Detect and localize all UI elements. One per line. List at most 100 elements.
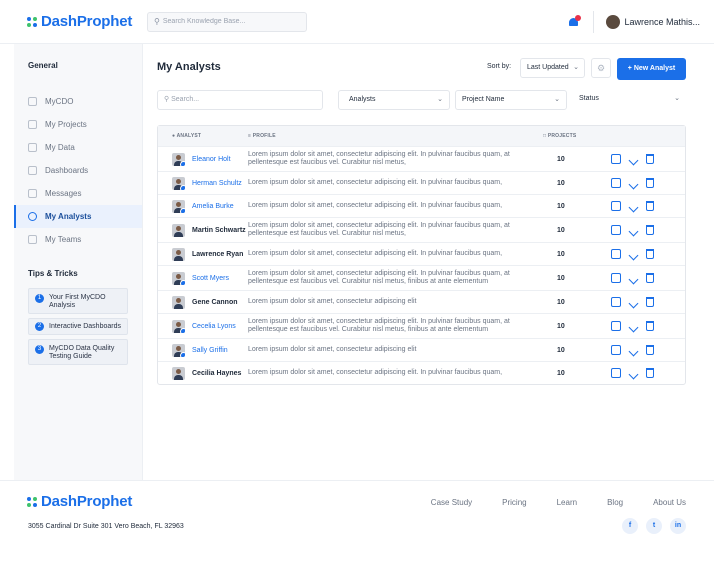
row-actions [611,249,663,260]
edit-icon[interactable] [628,250,639,260]
footer-link-blog[interactable]: Blog [607,498,623,507]
status-filter[interactable]: Status ⌄ [573,90,686,110]
table-row[interactable]: Lawrence Ryan Lorem ipsum dolor sit amet,… [158,242,685,265]
table-row[interactable]: Cecilia Haynes Lorem ipsum dolor sit amet… [158,361,685,384]
trash-icon[interactable] [646,368,654,378]
knowledge-search-input[interactable] [162,18,293,25]
brand-logo[interactable]: DashProphet [27,13,147,30]
facebook-icon[interactable]: f [622,518,638,534]
trash-icon[interactable] [646,178,654,188]
edit-icon[interactable] [628,226,639,236]
message-icon[interactable] [611,225,621,235]
table-row[interactable]: Sally Griffin Lorem ipsum dolor sit amet,… [158,338,685,361]
trash-icon[interactable] [646,154,654,164]
message-icon[interactable] [611,297,621,307]
column-header-analyst[interactable]: ● ANALYST [158,133,248,139]
sidebar-item-mycdo[interactable]: MyCDO [14,90,142,113]
trash-icon[interactable] [646,297,654,307]
user-name[interactable]: Lawrence Mathis... [624,17,700,27]
table-row[interactable]: Martin Schwartz Lorem ipsum dolor sit ame… [158,217,685,242]
avatar[interactable] [172,366,185,380]
analysts-filter[interactable]: Analysts ⌄ [338,90,450,110]
table-row[interactable]: Eleanor Holt Lorem ipsum dolor sit amet, … [158,146,685,171]
notification-bell-icon[interactable] [567,14,582,29]
footer-link-about-us[interactable]: About Us [653,498,686,507]
message-icon[interactable] [611,368,621,378]
project-filter[interactable]: Project Name ⌄ [455,90,567,110]
analysts-icon [28,212,37,221]
footer-link-pricing[interactable]: Pricing [502,498,526,507]
message-icon[interactable] [611,178,621,188]
table-row[interactable]: Amelia Burke Lorem ipsum dolor sit amet, … [158,194,685,217]
analyst-cell: Sally Griffin [158,343,248,357]
column-header-projects[interactable]: □ PROJECTS [543,133,603,139]
edit-icon[interactable] [628,346,639,356]
trash-icon[interactable] [646,249,654,259]
edit-icon[interactable] [628,155,639,165]
new-analyst-button[interactable]: + New Analyst [617,58,686,80]
avatar[interactable] [172,176,185,190]
sidebar-item-my-projects[interactable]: My Projects [14,113,142,136]
footer-link-case-study[interactable]: Case Study [431,498,472,507]
analyst-name[interactable]: Sally Griffin [192,347,228,354]
edit-icon[interactable] [628,179,639,189]
table-row[interactable]: Cecelia Lyons Lorem ipsum dolor sit amet,… [158,313,685,338]
table-row[interactable]: Gene Cannon Lorem ipsum dolor sit amet, c… [158,290,685,313]
sidebar-item-my-analysts[interactable]: My Analysts [14,205,142,228]
analyst-name[interactable]: Herman Schultz [192,180,242,187]
edit-icon[interactable] [628,369,639,379]
analyst-name[interactable]: Amelia Burke [192,203,234,210]
trash-icon[interactable] [646,273,654,283]
edit-icon[interactable] [628,298,639,308]
analyst-search-input[interactable]: ⚲ Search... [157,90,323,110]
sidebar-item-my-data[interactable]: My Data [14,136,142,159]
table-row[interactable]: Scott Myers Lorem ipsum dolor sit amet, c… [158,265,685,290]
trash-icon[interactable] [646,321,654,331]
avatar[interactable] [172,271,185,285]
status-badge-icon [180,207,185,213]
footer-logo[interactable]: DashProphet [27,493,132,510]
sidebar-item-my-teams[interactable]: My Teams [14,228,142,251]
page-title: My Analysts [157,61,221,73]
analyst-name[interactable]: Cecelia Lyons [192,323,236,330]
avatar[interactable] [172,343,185,357]
message-icon[interactable] [611,273,621,283]
message-icon[interactable] [611,201,621,211]
sidebar-item-messages[interactable]: Messages [14,182,142,205]
edit-icon[interactable] [628,202,639,212]
linkedin-icon[interactable]: in [670,518,686,534]
user-avatar[interactable] [606,14,621,29]
column-header-profile[interactable]: ≡ PROFILE [248,133,543,139]
avatar[interactable] [172,319,185,333]
sidebar-item-dashboards[interactable]: Dashboards [14,159,142,182]
analyst-cell: Gene Cannon [158,295,248,309]
table-row[interactable]: Herman Schultz Lorem ipsum dolor sit amet… [158,171,685,194]
message-icon[interactable] [611,345,621,355]
trash-icon[interactable] [646,345,654,355]
edit-icon[interactable] [628,274,639,284]
analyst-name[interactable]: Eleanor Holt [192,156,231,163]
message-icon[interactable] [611,249,621,259]
edit-icon[interactable] [628,322,639,332]
gear-icon[interactable]: ⚙ [591,58,611,78]
avatar[interactable] [172,199,185,213]
tip-card[interactable]: 3 MyCDO Data Quality Testing Guide [28,339,128,365]
tip-card[interactable]: 2 Interactive Dashboards [28,318,128,335]
trash-icon[interactable] [646,201,654,211]
avatar[interactable] [172,295,185,309]
trash-icon[interactable] [646,225,654,235]
row-actions [611,273,663,284]
avatar[interactable] [172,223,185,237]
twitter-icon[interactable]: t [646,518,662,534]
profile-cell: Lorem ipsum dolor sit amet, consectetur … [248,222,510,237]
analyst-name[interactable]: Scott Myers [192,275,229,282]
tip-text: Your First MyCDO Analysis [49,294,106,309]
message-icon[interactable] [611,154,621,164]
footer-link-learn[interactable]: Learn [557,498,577,507]
message-icon[interactable] [611,321,621,331]
avatar[interactable] [172,247,185,261]
tip-card[interactable]: 1 Your First MyCDO Analysis [28,288,128,314]
avatar[interactable] [172,152,185,166]
sort-select[interactable]: Last Updated ⌄ [520,58,585,78]
footer-address: 3055 Cardinal Dr Suite 301 Vero Beach, F… [28,523,184,530]
